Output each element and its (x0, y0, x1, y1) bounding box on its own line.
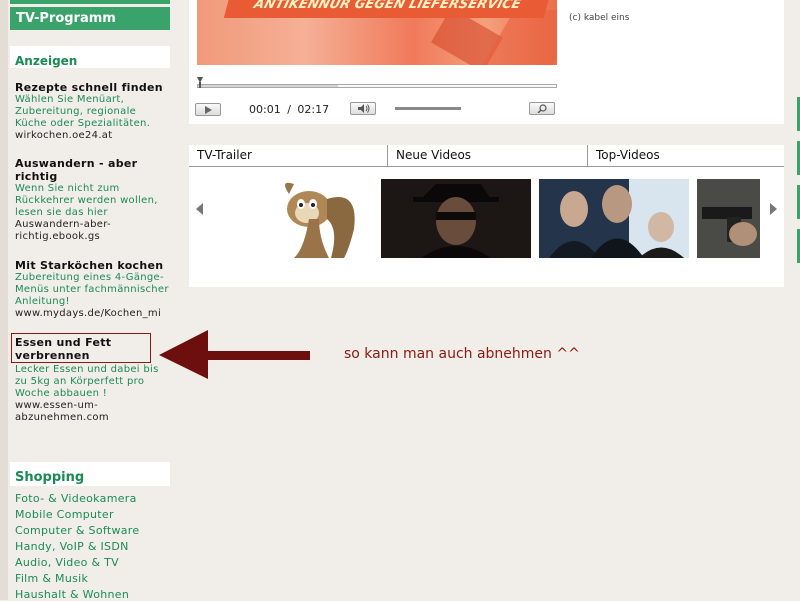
scroll-right-arrow-icon[interactable] (770, 203, 777, 215)
shop-link[interactable]: Computer & Software (15, 524, 139, 537)
volume-slider[interactable] (395, 107, 461, 110)
ad-title[interactable]: Auswandern - aber richtig (15, 157, 150, 183)
shop-link[interactable]: Foto- & Videokamera (15, 492, 137, 505)
ad-text[interactable]: Lecker Essen und dabei bis zu 5kg an Kör… (15, 364, 160, 400)
shop-link[interactable]: Audio, Video & TV (15, 556, 119, 569)
tab-neue-videos[interactable]: Neue Videos (387, 145, 587, 167)
annotation-text: so kann man auch abnehmen ^^ (344, 346, 580, 362)
scroll-left-arrow-icon[interactable] (196, 203, 203, 215)
ad-text[interactable]: Zubereitung eines 4-Gänge-Menüs unter fa… (15, 272, 170, 308)
ad-title[interactable]: Essen und Fett verbrennen (15, 336, 125, 362)
left-border (0, 0, 8, 600)
ad-item[interactable]: Auswandern - aber richtig Wenn Sie nicht… (15, 157, 175, 243)
tab-top-videos[interactable]: Top-Videos (587, 145, 784, 167)
ads-heading: Anzeigen (10, 50, 170, 68)
tab-tv-trailer[interactable]: TV-Trailer (189, 145, 387, 167)
time-total: 02:17 (297, 103, 330, 116)
time-current: 00:01 (249, 103, 281, 116)
time-separator: / (287, 103, 291, 116)
video-screen[interactable]: ANTIKENNUR GEGEN LIEFERSERVICE (197, 0, 557, 65)
ad-item[interactable]: Mit Starköchen kochen Zubereitung eines … (15, 259, 175, 320)
shop-link[interactable]: Mobile Computer (15, 508, 114, 521)
ad-url[interactable]: Auswandern-aber-richtig.ebook.gs (15, 219, 145, 243)
shop-link[interactable]: Film & Musik (15, 572, 88, 585)
shop-heading: Shopping (10, 466, 170, 486)
annotation-arrow-icon (159, 330, 310, 379)
copyright-text: (c) kabel eins (569, 13, 630, 23)
ads-heading-divider (10, 46, 170, 51)
play-icon (204, 105, 212, 114)
video-thumbnail[interactable] (697, 179, 760, 258)
shop-link[interactable]: Haushalt & Wohnen (15, 588, 129, 601)
time-display: 00:01 / 02:17 (249, 103, 329, 116)
video-thumbnail[interactable] (249, 179, 366, 258)
gangsters-thumbnail-image (539, 179, 689, 258)
video-thumbnail[interactable] (381, 179, 531, 258)
ad-text[interactable]: Wenn Sie nicht zum Rückkehrer werden wol… (15, 183, 170, 219)
video-thumbnail[interactable] (539, 179, 689, 258)
fullscreen-button[interactable] (529, 102, 555, 115)
magnify-icon (537, 104, 547, 113)
progress-bar[interactable] (197, 84, 557, 88)
ad-url[interactable]: www.essen-um-abzunehmen.com (15, 400, 150, 424)
video-banner-text: ANTIKENNUR GEGEN LIEFERSERVICE (223, 0, 551, 18)
ad-item[interactable]: Rezepte schnell finden Wählen Sie Menüar… (15, 81, 175, 142)
nav-item-previous[interactable] (10, 0, 170, 4)
shop-link[interactable]: Handy, VoIP & ISDN (15, 540, 129, 553)
progress-knob-stem (199, 82, 201, 88)
ad-url[interactable]: wirkochen.oe24.at (15, 130, 175, 142)
volume-button[interactable] (350, 102, 376, 115)
play-button[interactable] (195, 103, 221, 116)
ad-title[interactable]: Rezepte schnell finden (15, 81, 175, 94)
gun-thumbnail-image (697, 179, 760, 258)
squirrel-thumbnail-image (285, 182, 355, 258)
ad-url[interactable]: www.mydays.de/Kochen_mi (15, 308, 175, 320)
ad-item[interactable]: Essen und Fett verbrennen Lecker Essen u… (15, 336, 175, 424)
progress-buffer (198, 85, 338, 87)
masked-man-thumbnail-image (381, 179, 531, 258)
speaker-icon (357, 104, 369, 113)
ad-title[interactable]: Mit Starköchen kochen (15, 259, 175, 272)
nav-item-tv-programm[interactable]: TV-Programm (10, 7, 170, 30)
video-tabs: TV-Trailer Neue Videos Top-Videos (189, 145, 784, 167)
ad-text[interactable]: Wählen Sie Menüart, Zubereitung, regiona… (15, 94, 160, 130)
